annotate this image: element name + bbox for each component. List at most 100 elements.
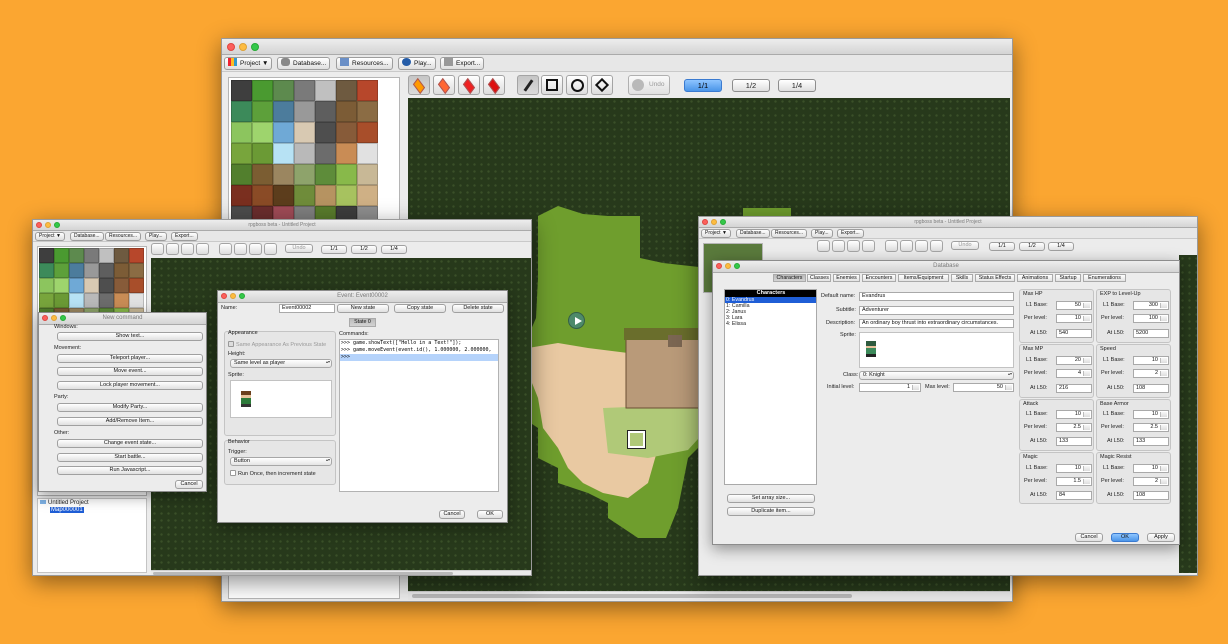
tab-startup[interactable]: Startup — [1055, 274, 1081, 282]
max-mp-per-level-input[interactable]: 4 — [1056, 369, 1092, 378]
right-map-canvas[interactable] — [1179, 255, 1197, 573]
new-state-button[interactable]: New state — [337, 304, 389, 313]
tab-state-0[interactable]: State 0 — [349, 318, 376, 327]
undo-button[interactable]: Undo — [285, 244, 313, 253]
zoom-icon[interactable] — [54, 222, 60, 228]
minimize-icon[interactable] — [45, 222, 51, 228]
ellipse-tool-button[interactable] — [566, 75, 588, 95]
minimize-icon[interactable] — [711, 219, 717, 225]
magic-per-level-input[interactable]: 1.5 — [1056, 477, 1092, 486]
export-button[interactable]: Export... — [837, 229, 864, 238]
close-icon[interactable] — [227, 43, 235, 51]
description-input[interactable]: An ordinary boy thrust into extraordinar… — [859, 319, 1014, 328]
ok-button[interactable]: OK — [1111, 533, 1139, 542]
change-event-state-button[interactable]: Change event state... — [57, 439, 203, 448]
zoom-icon[interactable] — [734, 263, 740, 269]
base-armor-l1-input[interactable]: 10 — [1133, 410, 1169, 419]
minimize-icon[interactable] — [230, 293, 236, 299]
export-button[interactable]: Export... — [171, 232, 198, 241]
attack-l1-input[interactable]: 10 — [1056, 410, 1092, 419]
tab-status-effects[interactable]: Status Effects — [975, 274, 1015, 282]
project-menu-button[interactable]: Project ▼ — [701, 229, 731, 238]
max-mp-l1-input[interactable]: 20 — [1056, 356, 1092, 365]
left-horizontal-scrollbar[interactable] — [151, 570, 531, 575]
tab-enumerations[interactable]: Enumerations — [1083, 274, 1126, 282]
layer-events-button[interactable] — [483, 75, 505, 95]
minimize-icon[interactable] — [725, 263, 731, 269]
layer-top-button[interactable] — [847, 240, 860, 252]
tab-animations[interactable]: Animations — [1017, 274, 1053, 282]
cancel-button[interactable]: Cancel — [1075, 533, 1103, 542]
close-icon[interactable] — [42, 315, 48, 321]
zoom-1-1-button[interactable]: 1/1 — [321, 245, 347, 254]
max-hp-l1-input[interactable]: 50 — [1056, 301, 1092, 310]
layer-events-button[interactable] — [196, 243, 209, 255]
characters-list[interactable]: Characters 0: Evandrus 1: Camilla 2: Jan… — [724, 289, 817, 485]
event-play-icon[interactable] — [568, 312, 585, 329]
project-tree[interactable]: Untitled Project Map000001 — [37, 498, 147, 573]
speed-l1-input[interactable]: 10 — [1133, 356, 1169, 365]
show-text-button[interactable]: Show text... — [57, 332, 203, 341]
commands-list[interactable]: >>> game.showText(["Hello in a Text!"]);… — [339, 339, 499, 492]
layer-middle-button[interactable] — [832, 240, 845, 252]
close-icon[interactable] — [702, 219, 708, 225]
tab-encounters[interactable]: Encounters — [862, 274, 896, 282]
tree-map-item[interactable]: Map000001 — [38, 507, 146, 513]
command-line[interactable]: >>> game.moveEvent(event.id(), 1.000000,… — [340, 347, 498, 354]
undo-button[interactable]: Undo — [951, 241, 979, 250]
zoom-1-2-button[interactable]: 1/2 — [732, 79, 770, 92]
ellipse-tool-button[interactable] — [915, 240, 928, 252]
magic-resist-per-level-input[interactable]: 2 — [1133, 477, 1169, 486]
cancel-button[interactable]: Cancel — [439, 510, 465, 519]
max-hp-per-level-input[interactable]: 10 — [1056, 314, 1092, 323]
resources-button[interactable]: Resources... — [336, 57, 393, 70]
zoom-1-2-button[interactable]: 1/2 — [351, 245, 377, 254]
max-level-input[interactable]: 50 — [953, 383, 1014, 392]
trigger-select[interactable]: Button — [230, 457, 332, 466]
fill-tool-button[interactable] — [930, 240, 943, 252]
resources-button[interactable]: Resources... — [771, 229, 808, 238]
cancel-button[interactable]: Cancel — [175, 480, 203, 489]
add-remove-item-button[interactable]: Add/Remove Item... — [57, 417, 203, 426]
minimize-icon[interactable] — [51, 315, 57, 321]
class-select[interactable]: 0: Knight — [859, 371, 1014, 380]
zoom-1-1-button[interactable]: 1/1 — [684, 79, 722, 92]
project-menu-button[interactable]: Project ▼ — [35, 232, 65, 241]
ok-button[interactable]: OK — [477, 510, 503, 519]
tab-classes[interactable]: Classes — [807, 274, 831, 282]
exp-per-level-input[interactable]: 100 — [1133, 314, 1169, 323]
zoom-icon[interactable] — [251, 43, 259, 51]
default-name-input[interactable]: Evandrus — [859, 292, 1014, 301]
fill-tool-button[interactable] — [264, 243, 277, 255]
layer-top-button[interactable] — [458, 75, 480, 95]
subtitle-input[interactable]: Adventurer — [859, 306, 1014, 315]
run-javascript-button[interactable]: Run Javascript... — [57, 466, 203, 475]
character-sprite-preview[interactable] — [859, 332, 1014, 368]
zoom-icon[interactable] — [720, 219, 726, 225]
pencil-tool-button[interactable] — [219, 243, 232, 255]
rectangle-tool-button[interactable] — [900, 240, 913, 252]
fill-tool-button[interactable] — [591, 75, 613, 95]
copy-state-button[interactable]: Copy state — [394, 304, 446, 313]
database-button[interactable]: Database... — [70, 232, 104, 241]
close-icon[interactable] — [36, 222, 42, 228]
layer-bottom-button[interactable] — [817, 240, 830, 252]
play-button[interactable]: Play... — [398, 57, 436, 70]
zoom-1-2-button[interactable]: 1/2 — [1019, 242, 1045, 251]
undo-button[interactable]: Undo — [628, 75, 670, 95]
magic-l1-input[interactable]: 10 — [1056, 464, 1092, 473]
move-event-button[interactable]: Move event... — [57, 367, 203, 376]
attack-per-level-input[interactable]: 2.5 — [1056, 423, 1092, 432]
tab-items-equipment[interactable]: Items/Equipment — [898, 274, 949, 282]
tree-root[interactable]: Untitled Project — [38, 499, 146, 507]
ellipse-tool-button[interactable] — [249, 243, 262, 255]
magic-resist-l1-input[interactable]: 10 — [1133, 464, 1169, 473]
tileset-grid[interactable] — [229, 78, 399, 229]
command-line[interactable]: >>> game.showText(["Hello in a Text!"]); — [340, 340, 498, 347]
zoom-icon[interactable] — [239, 293, 245, 299]
project-menu-button[interactable]: Project ▼ — [224, 57, 273, 70]
same-appearance-checkbox[interactable]: Same Appearance As Previous State — [228, 341, 326, 348]
zoom-icon[interactable] — [60, 315, 66, 321]
rectangle-tool-button[interactable] — [541, 75, 563, 95]
play-button[interactable]: Play... — [145, 232, 167, 241]
